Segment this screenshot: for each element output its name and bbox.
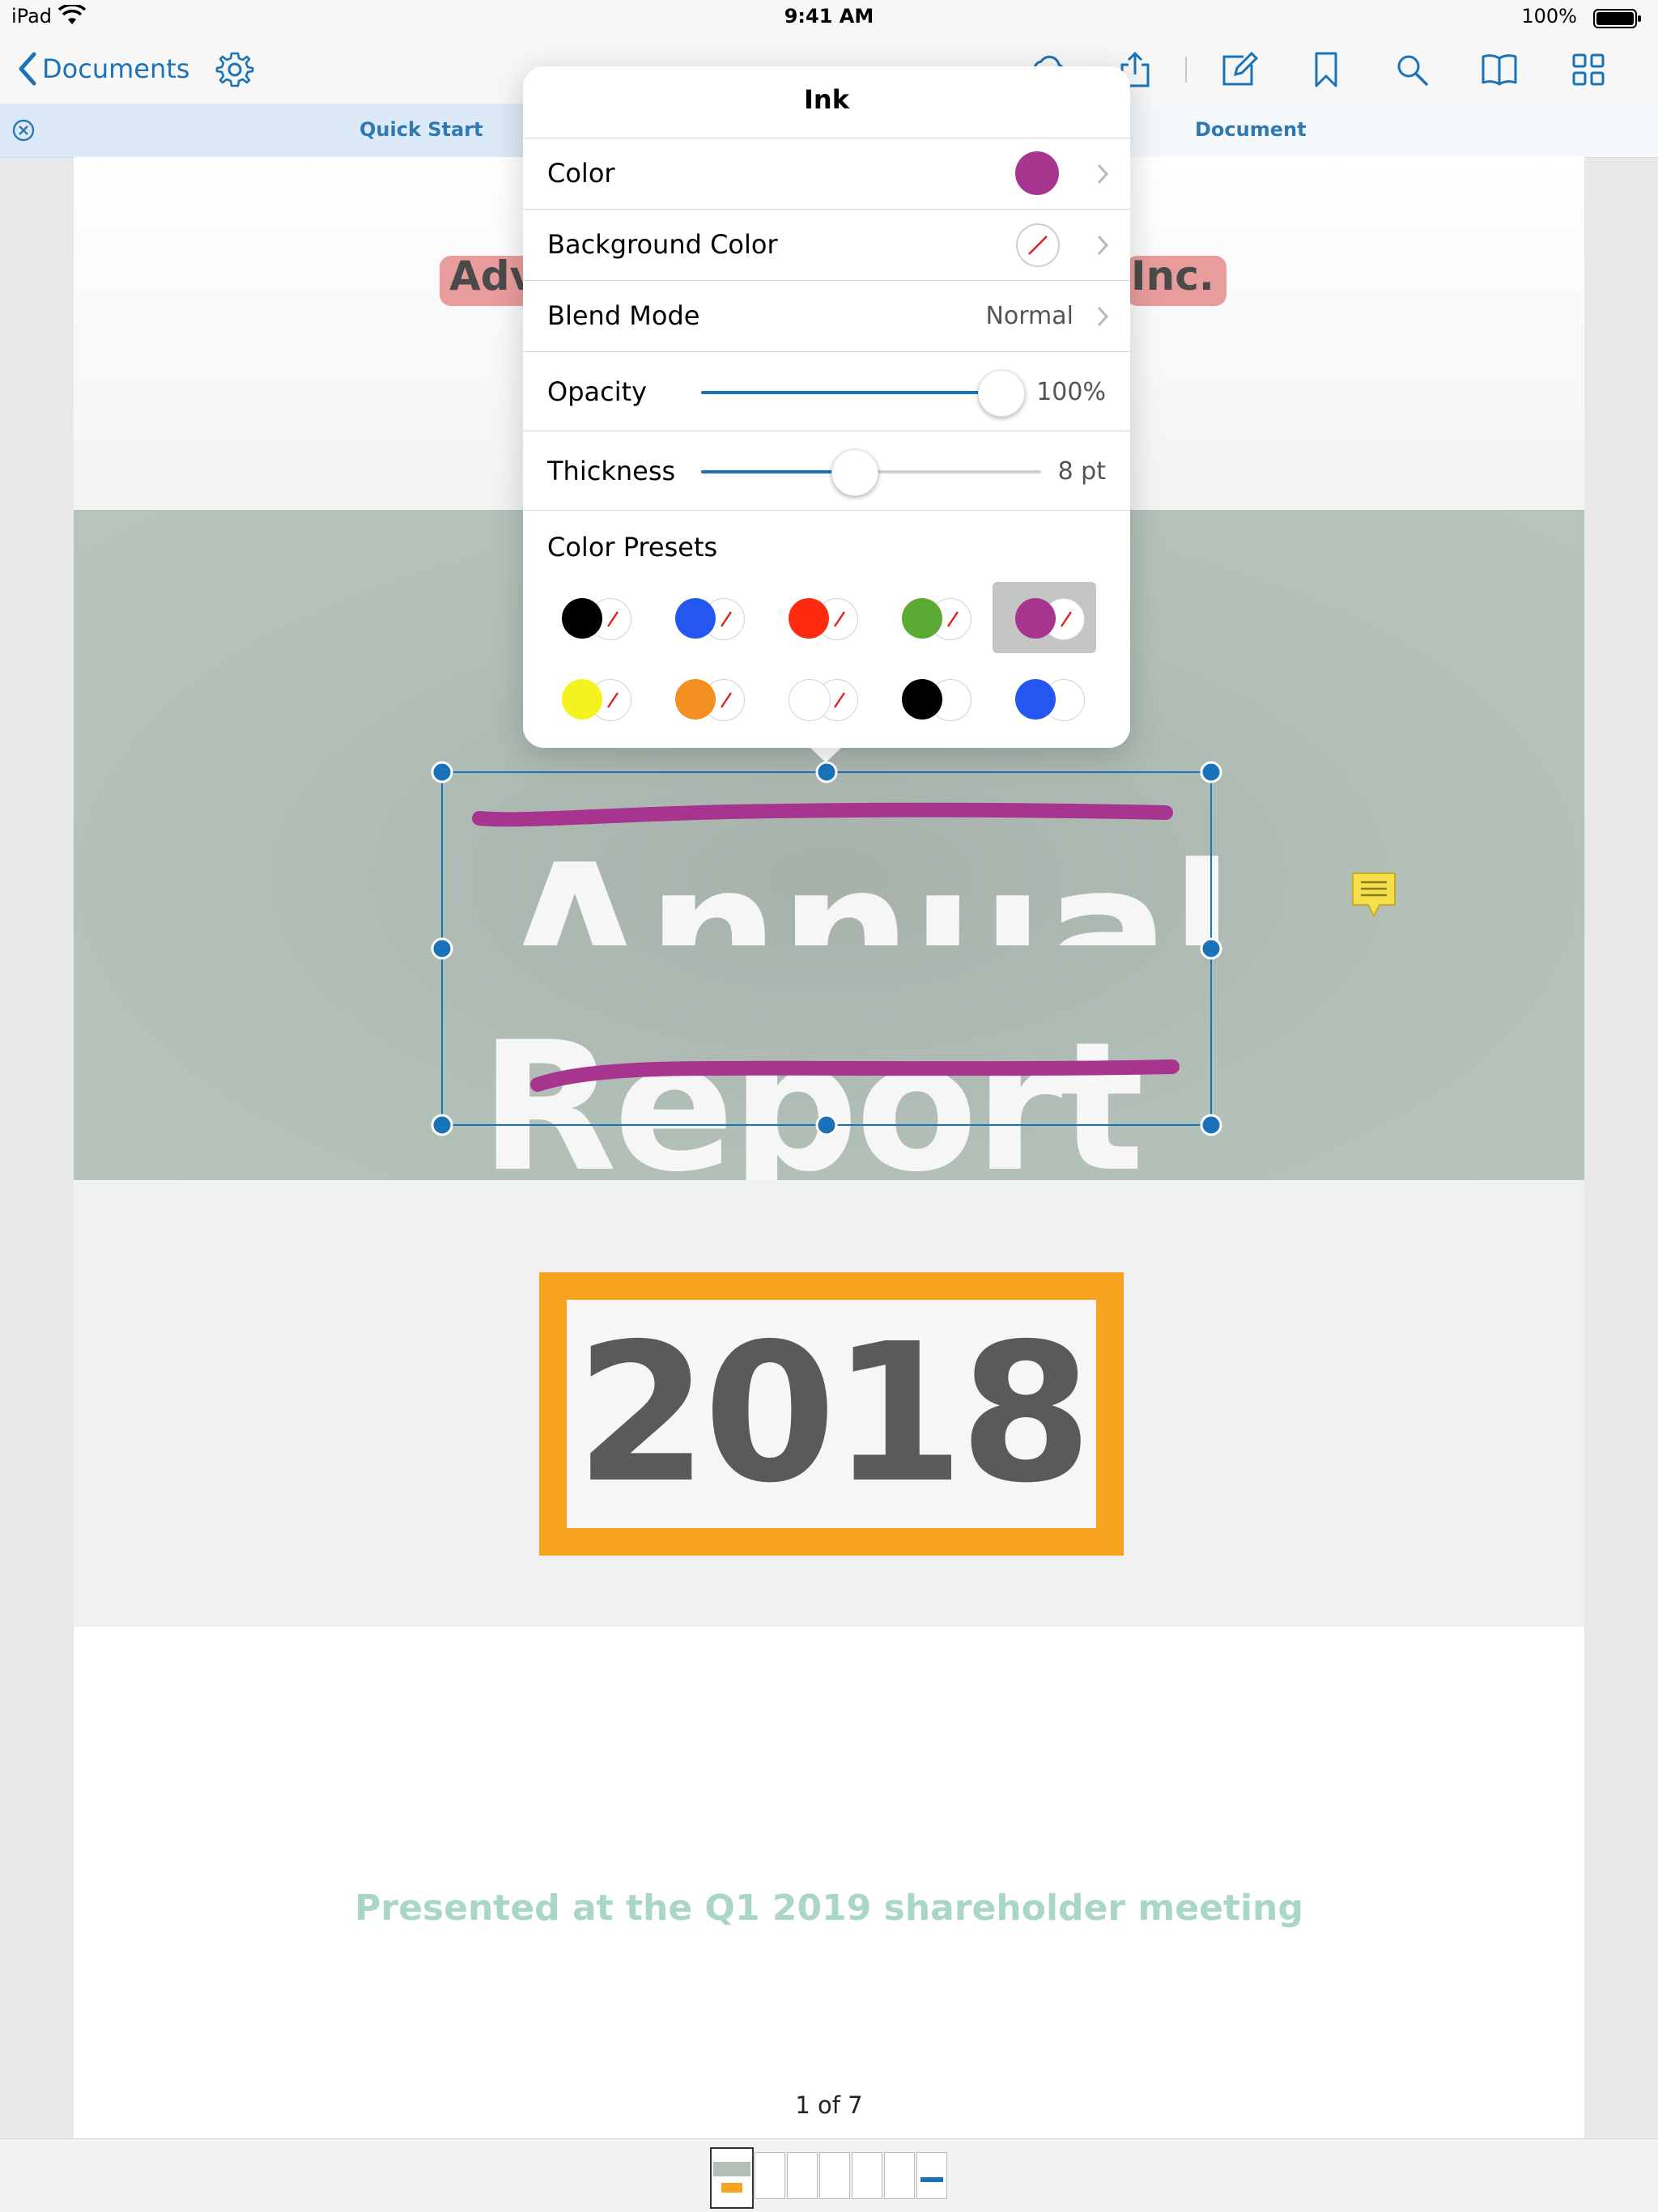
resize-handle bbox=[815, 1114, 838, 1136]
opacity-value: 100% bbox=[1036, 378, 1106, 406]
preset-ink-color-swatch bbox=[902, 679, 942, 720]
color-presets-label: Color Presets bbox=[547, 532, 718, 563]
preset-ink-color-swatch bbox=[789, 598, 829, 639]
page-thumbnail-1[interactable] bbox=[710, 2147, 754, 2209]
color-row[interactable]: Color bbox=[523, 138, 1130, 210]
resize-handle bbox=[815, 761, 838, 783]
preset-ink-color-swatch bbox=[562, 598, 602, 639]
color-preset-8[interactable] bbox=[766, 663, 869, 734]
color-presets-section: Color Presets bbox=[523, 510, 1130, 749]
opacity-slider-fill bbox=[701, 391, 1001, 394]
ink-underline-stroke bbox=[530, 1059, 1180, 1092]
thickness-value: 8 pt bbox=[1057, 457, 1106, 486]
chevron-right-icon bbox=[1097, 235, 1109, 256]
background-color-label: Background Color bbox=[547, 229, 778, 260]
blend-mode-value: Normal bbox=[985, 302, 1073, 330]
blend-mode-row[interactable]: Blend Mode Normal bbox=[523, 280, 1130, 352]
opacity-label: Opacity bbox=[547, 376, 648, 407]
ink-inspector-popover: Ink Color Background Color Blend Mode No… bbox=[523, 66, 1130, 748]
color-preset-10[interactable] bbox=[993, 663, 1096, 734]
color-preset-2[interactable] bbox=[653, 582, 756, 653]
note-annotation-icon[interactable] bbox=[1350, 871, 1397, 919]
ink-underline-stroke bbox=[472, 802, 1173, 827]
opacity-row: Opacity 100% bbox=[523, 351, 1130, 431]
resize-handle bbox=[431, 761, 453, 783]
thickness-slider-knob[interactable] bbox=[831, 449, 878, 496]
blend-mode-label: Blend Mode bbox=[547, 300, 700, 331]
resize-handle bbox=[1200, 937, 1222, 960]
color-preset-7[interactable] bbox=[653, 663, 756, 734]
color-preset-9[interactable] bbox=[879, 663, 983, 734]
page-thumbnail-6[interactable] bbox=[884, 2152, 915, 2199]
preset-ink-color-swatch bbox=[1015, 598, 1056, 639]
color-preset-3[interactable] bbox=[766, 582, 869, 653]
resize-handle bbox=[431, 1114, 453, 1136]
preset-ink-color-swatch bbox=[1015, 679, 1056, 720]
color-preset-1[interactable] bbox=[539, 582, 643, 653]
chevron-right-icon bbox=[1097, 306, 1109, 327]
preset-ink-color-swatch bbox=[789, 679, 831, 721]
page-thumbnail-2[interactable] bbox=[755, 2152, 785, 2199]
opacity-slider-knob[interactable] bbox=[978, 370, 1025, 417]
preset-ink-color-swatch bbox=[675, 598, 716, 639]
page-thumbnail-7[interactable] bbox=[916, 2152, 947, 2199]
preset-ink-color-swatch bbox=[562, 679, 602, 720]
thumbnail-scrubber[interactable] bbox=[0, 2138, 1658, 2212]
chevron-right-icon bbox=[1097, 163, 1109, 185]
background-color-row[interactable]: Background Color bbox=[523, 209, 1130, 281]
page-indicator: 1 of 7 bbox=[795, 2091, 863, 2119]
no-color-swatch-icon bbox=[1016, 223, 1060, 267]
thickness-row: Thickness 8 pt bbox=[523, 431, 1130, 511]
current-color-swatch bbox=[1015, 151, 1059, 195]
color-label: Color bbox=[547, 158, 615, 189]
page-thumbnail-4[interactable] bbox=[819, 2152, 850, 2199]
color-preset-5[interactable] bbox=[993, 582, 1096, 653]
resize-handle bbox=[431, 937, 453, 960]
preset-ink-color-swatch bbox=[675, 679, 716, 720]
color-preset-6[interactable] bbox=[539, 663, 643, 734]
preset-ink-color-swatch bbox=[902, 598, 942, 639]
color-preset-4[interactable] bbox=[879, 582, 983, 653]
resize-handle bbox=[1200, 761, 1222, 783]
popover-title: Ink bbox=[804, 84, 849, 115]
resize-handle bbox=[1200, 1114, 1222, 1136]
page-thumbnail-3[interactable] bbox=[787, 2152, 818, 2199]
page-thumbnail-5[interactable] bbox=[852, 2152, 882, 2199]
thickness-label: Thickness bbox=[547, 456, 676, 486]
